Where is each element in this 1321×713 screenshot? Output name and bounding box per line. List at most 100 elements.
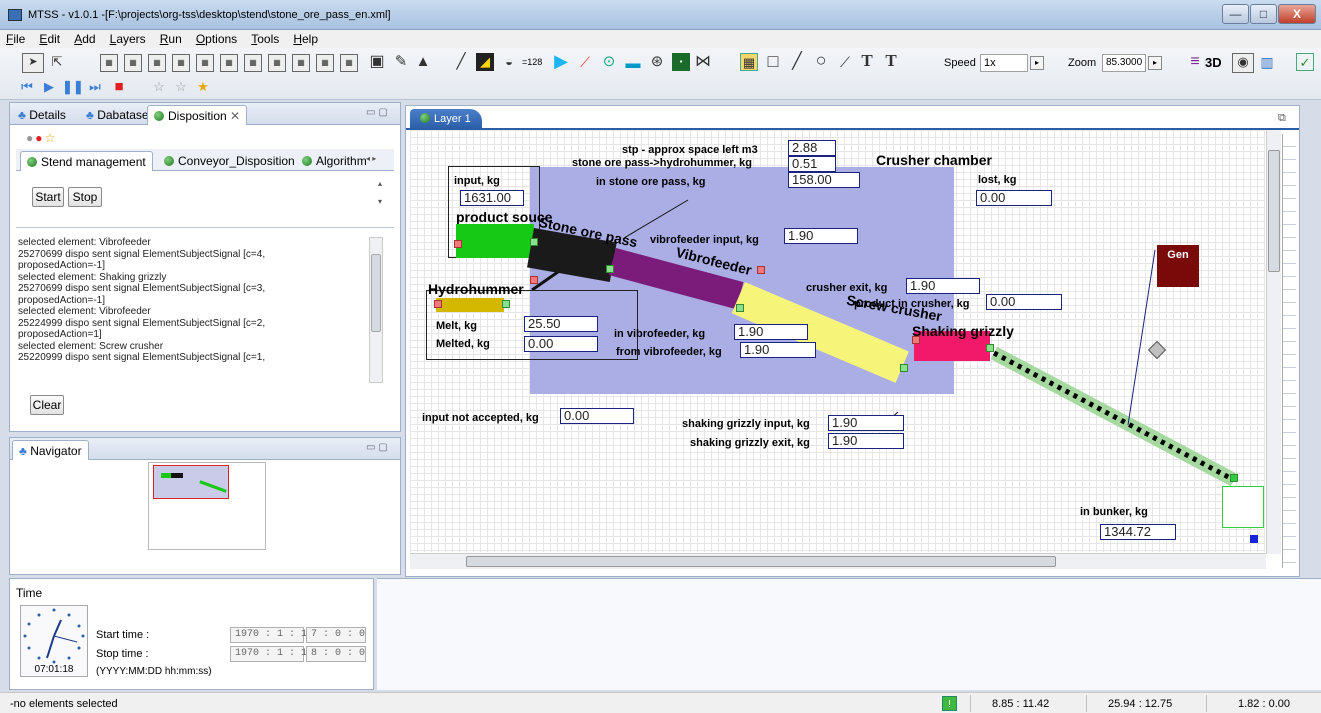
menu-options[interactable]: Options bbox=[190, 30, 242, 46]
port-red[interactable] bbox=[912, 336, 920, 344]
port-green[interactable] bbox=[530, 238, 538, 246]
line-icon[interactable]: ╱ bbox=[452, 53, 470, 71]
start-button[interactable]: Start bbox=[32, 187, 64, 207]
close-tab-icon[interactable]: ✕ bbox=[230, 109, 240, 123]
menu-add[interactable]: Add bbox=[68, 30, 100, 46]
element-icon-8[interactable]: ▦ bbox=[268, 54, 286, 72]
gen-block[interactable]: Gen bbox=[1157, 245, 1199, 287]
star-outline-icon-1[interactable]: ☆ bbox=[150, 78, 168, 96]
bin-icon[interactable]: ◒ bbox=[500, 53, 518, 71]
tab-details[interactable]: ♣ Details bbox=[12, 105, 72, 125]
port-red[interactable] bbox=[530, 276, 538, 284]
element-icon-7[interactable]: ▦ bbox=[244, 54, 262, 72]
ruler-icon[interactable]: ⟋ bbox=[836, 53, 854, 71]
monitor-icon[interactable]: ▣ bbox=[368, 53, 386, 71]
element-icon-9[interactable]: ▦ bbox=[292, 54, 310, 72]
menu-run[interactable]: Run bbox=[154, 30, 187, 46]
minimize-view-icon[interactable]: ▭ ▢ bbox=[366, 107, 388, 118]
layer-canvas[interactable]: stp - approx space left m3 2.88 stone or… bbox=[410, 130, 1265, 552]
stop-icon[interactable]: ■ bbox=[110, 78, 128, 96]
element-icon-3[interactable]: ▦ bbox=[148, 54, 166, 72]
chart-icon[interactable]: ◢ bbox=[476, 53, 494, 71]
start-date-field[interactable]: 1970 : 1 : 1 bbox=[230, 627, 307, 643]
gear-circle-icon[interactable]: ⊛ bbox=[648, 53, 666, 71]
play-icon[interactable]: ▶ bbox=[40, 78, 58, 96]
pause-icon[interactable]: ❚❚ bbox=[62, 78, 84, 96]
stop-time-field[interactable]: 8 : 0 : 0 bbox=[306, 646, 366, 662]
zoom-dropdown-button[interactable]: ▸ bbox=[1148, 56, 1162, 70]
rectangle-icon[interactable]: □ bbox=[764, 52, 782, 70]
minimize-view-icon[interactable]: ▭ ▢ bbox=[366, 442, 388, 453]
tab-database[interactable]: ♣ Dabatase bbox=[80, 105, 155, 125]
element-icon-10[interactable]: ▦ bbox=[316, 54, 334, 72]
maximize-button[interactable]: □ bbox=[1250, 4, 1277, 24]
vertical-scroll-thumb[interactable] bbox=[1268, 150, 1280, 272]
warning-icon[interactable]: ! bbox=[942, 696, 957, 711]
speed-dropdown-button[interactable]: ▸ bbox=[1030, 56, 1044, 70]
hydrohummer-block[interactable] bbox=[436, 298, 504, 312]
clear-button[interactable]: Clear bbox=[30, 395, 64, 415]
stop-button[interactable]: Stop bbox=[68, 187, 102, 207]
text-tool-2-icon[interactable]: T bbox=[882, 52, 900, 70]
tab-scroll-arrows[interactable]: ◂ ▸ bbox=[366, 154, 376, 163]
step-icon[interactable]: ⏭ bbox=[86, 78, 104, 96]
menu-file[interactable]: File bbox=[0, 30, 30, 46]
port-green[interactable] bbox=[736, 304, 744, 312]
layers-icon[interactable]: ≡ bbox=[1186, 53, 1204, 71]
port-green[interactable] bbox=[986, 344, 994, 352]
element-icon-2[interactable]: ▦ bbox=[124, 54, 142, 72]
canvas-horizontal-scrollbar[interactable] bbox=[410, 553, 1266, 569]
port-red[interactable] bbox=[454, 240, 462, 248]
cross-box-icon[interactable]: ⋈ bbox=[694, 53, 712, 71]
select-tool-icon[interactable]: ➤ bbox=[22, 53, 44, 73]
tab-algorithm[interactable]: Algorithm bbox=[296, 151, 373, 171]
port-green[interactable] bbox=[900, 364, 908, 372]
circle-up-icon[interactable]: ⊙ bbox=[600, 53, 618, 71]
element-icon-4[interactable]: ▦ bbox=[172, 54, 190, 72]
log-scroll-thumb[interactable] bbox=[371, 254, 381, 332]
navigator-preview[interactable] bbox=[148, 462, 266, 550]
tab-stend-management[interactable]: Stend management bbox=[20, 151, 153, 171]
connector-icon[interactable]: ⟋ bbox=[576, 53, 594, 71]
log-scrollbar[interactable] bbox=[369, 237, 383, 383]
product-source-block[interactable] bbox=[456, 224, 534, 258]
tab-conveyor-disposition[interactable]: Conveyor_Disposition bbox=[158, 151, 301, 171]
start-time-field[interactable]: 7 : 0 : 0 bbox=[306, 627, 366, 643]
stop-date-field[interactable]: 1970 : 1 : 1 bbox=[230, 646, 307, 662]
element-icon-5[interactable]: ▦ bbox=[196, 54, 214, 72]
select-alt-icon[interactable]: ⇱ bbox=[48, 53, 66, 71]
port-green[interactable] bbox=[606, 265, 614, 273]
buttons-scrollbar[interactable]: ▴ ▾ bbox=[378, 179, 388, 217]
rewind-icon[interactable]: ⏮ bbox=[18, 78, 36, 96]
close-button[interactable]: X bbox=[1278, 4, 1316, 24]
mode-3d-button[interactable]: 3D bbox=[1205, 55, 1222, 70]
restore-view-icon[interactable]: ⧉ bbox=[1278, 112, 1286, 125]
bucket-icon[interactable]: ▬ bbox=[624, 55, 642, 73]
horizontal-scroll-thumb[interactable] bbox=[466, 556, 1056, 567]
port-red[interactable] bbox=[757, 266, 765, 274]
play-triangle-icon[interactable]: ▶ bbox=[552, 52, 570, 70]
text-tool-icon[interactable]: T bbox=[858, 52, 876, 70]
eye-icon[interactable]: ◉ bbox=[1232, 53, 1254, 73]
display-icon[interactable]: ▪ bbox=[672, 53, 690, 71]
tab-disposition[interactable]: Disposition ✕ bbox=[147, 105, 248, 125]
tab-navigator[interactable]: ♣ Navigator bbox=[12, 440, 89, 460]
pile-icon[interactable]: ▲ bbox=[414, 53, 432, 71]
canvas-vertical-scrollbar[interactable] bbox=[1266, 130, 1281, 554]
minimize-button[interactable]: — bbox=[1222, 4, 1249, 24]
element-icon-6[interactable]: ▦ bbox=[220, 54, 238, 72]
menu-layers[interactable]: Layers bbox=[104, 30, 151, 46]
element-icon-11[interactable]: ▦ bbox=[340, 54, 358, 72]
zoom-field[interactable]: 85.3000 bbox=[1102, 54, 1146, 72]
speed-field[interactable]: 1x bbox=[980, 54, 1028, 72]
star-outline-icon-2[interactable]: ☆ bbox=[172, 78, 190, 96]
port-red[interactable] bbox=[434, 300, 442, 308]
menu-help[interactable]: Help bbox=[287, 30, 323, 46]
image-icon[interactable]: ▦ bbox=[740, 53, 758, 71]
port-green[interactable] bbox=[1230, 474, 1238, 482]
check-icon[interactable]: ✓ bbox=[1296, 53, 1314, 71]
circle-icon[interactable]: ○ bbox=[812, 51, 830, 69]
bunker-block[interactable] bbox=[1222, 486, 1264, 528]
tab-layer-1[interactable]: Layer 1 bbox=[410, 109, 482, 129]
element-icon-1[interactable]: ▦ bbox=[100, 54, 118, 72]
